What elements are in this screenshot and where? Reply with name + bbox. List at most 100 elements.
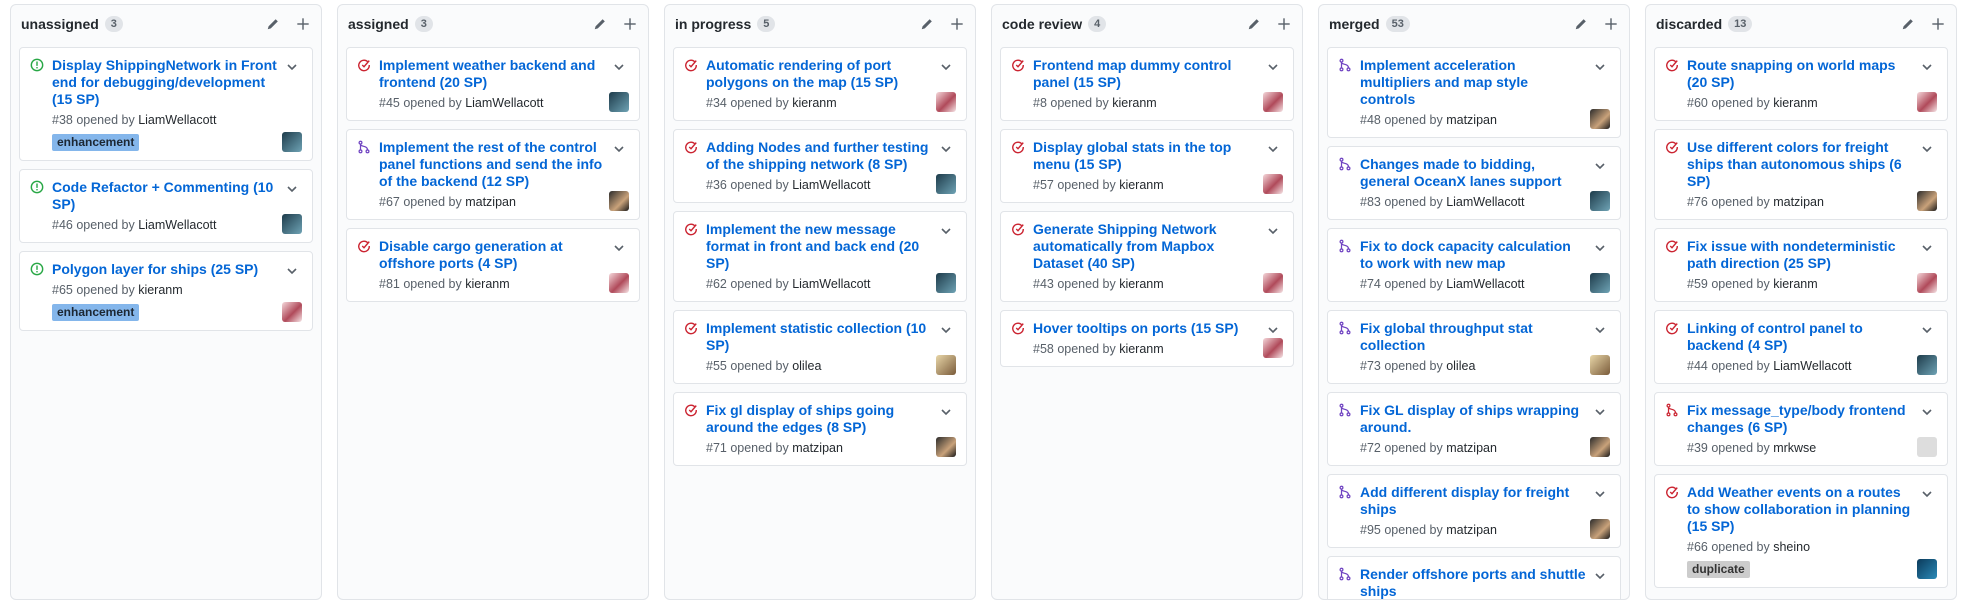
card-title-link[interactable]: Implement weather backend and frontend (…: [379, 57, 605, 91]
card-title-link[interactable]: Use different colors for freight ships t…: [1687, 139, 1913, 190]
card-author[interactable]: kieranm: [1119, 342, 1163, 356]
avatar[interactable]: [282, 132, 302, 152]
card[interactable]: Changes made to bidding, general OceanX …: [1327, 146, 1621, 220]
card-title-link[interactable]: Display ShippingNetwork in Front end for…: [52, 57, 278, 108]
avatar[interactable]: [1590, 109, 1610, 129]
card[interactable]: Fix to dock capacity calculation to work…: [1327, 228, 1621, 302]
avatar[interactable]: [1263, 273, 1283, 293]
card-author[interactable]: LiamWellacott: [465, 96, 543, 110]
avatar[interactable]: [609, 273, 629, 293]
avatar[interactable]: [1263, 92, 1283, 112]
card-title-link[interactable]: Fix GL display of ships wrapping around.: [1360, 402, 1586, 436]
avatar[interactable]: [609, 191, 629, 211]
chevron-down-icon[interactable]: [1594, 241, 1606, 253]
card[interactable]: Add Weather events on a routes to show c…: [1654, 474, 1948, 588]
card[interactable]: Render offshore ports and shuttle ships: [1327, 556, 1621, 599]
plus-icon[interactable]: [949, 16, 965, 32]
card-author[interactable]: LiamWellacott: [792, 178, 870, 192]
avatar[interactable]: [936, 92, 956, 112]
card-author[interactable]: matzipan: [1773, 195, 1824, 209]
card-author[interactable]: matzipan: [1446, 441, 1497, 455]
card-title-link[interactable]: Polygon layer for ships (25 SP): [52, 261, 278, 278]
card-author[interactable]: LiamWellacott: [1446, 195, 1524, 209]
card[interactable]: Fix issue with nondeterministic path dir…: [1654, 228, 1948, 302]
avatar[interactable]: [1917, 273, 1937, 293]
card[interactable]: Implement weather backend and frontend (…: [346, 47, 640, 121]
avatar[interactable]: [1590, 519, 1610, 539]
card-title-link[interactable]: Fix message_type/body frontend changes (…: [1687, 402, 1913, 436]
card-author[interactable]: kieranm: [1119, 277, 1163, 291]
avatar[interactable]: [282, 214, 302, 234]
card-author[interactable]: kieranm: [1773, 277, 1817, 291]
card-title-link[interactable]: Frontend map dummy control panel (15 SP): [1033, 57, 1259, 91]
card-title-link[interactable]: Render offshore ports and shuttle ships: [1360, 566, 1586, 599]
card[interactable]: Implement acceleration multipliers and m…: [1327, 47, 1621, 138]
label-badge[interactable]: duplicate: [1687, 561, 1750, 578]
card-author[interactable]: matzipan: [465, 195, 516, 209]
avatar[interactable]: [1590, 273, 1610, 293]
label-badge[interactable]: enhancement: [52, 134, 140, 151]
card-title-link[interactable]: Generate Shipping Network automatically …: [1033, 221, 1259, 272]
card-title-link[interactable]: Adding Nodes and further testing of the …: [706, 139, 932, 173]
card[interactable]: Implement the rest of the control panel …: [346, 129, 640, 220]
avatar[interactable]: [1917, 191, 1937, 211]
card[interactable]: Generate Shipping Network automatically …: [1000, 211, 1294, 302]
card-title-link[interactable]: Add Weather events on a routes to show c…: [1687, 484, 1913, 535]
card-author[interactable]: kieranm: [138, 283, 182, 297]
card-author[interactable]: LiamWellacott: [792, 277, 870, 291]
plus-icon[interactable]: [295, 16, 311, 32]
card-title-link[interactable]: Implement the new message format in fron…: [706, 221, 932, 272]
chevron-down-icon[interactable]: [940, 60, 952, 72]
card-author[interactable]: LiamWellacott: [1773, 359, 1851, 373]
card-author[interactable]: LiamWellacott: [138, 113, 216, 127]
card-author[interactable]: mrkwse: [1773, 441, 1816, 455]
chevron-down-icon[interactable]: [940, 142, 952, 154]
pencil-icon[interactable]: [1573, 16, 1589, 32]
chevron-down-icon[interactable]: [1921, 323, 1933, 335]
card-author[interactable]: LiamWellacott: [1446, 277, 1524, 291]
card-title-link[interactable]: Route snapping on world maps (20 SP): [1687, 57, 1913, 91]
card[interactable]: Automatic rendering of port polygons on …: [673, 47, 967, 121]
card-title-link[interactable]: Fix issue with nondeterministic path dir…: [1687, 238, 1913, 272]
card-title-link[interactable]: Disable cargo generation at offshore por…: [379, 238, 605, 272]
card-title-link[interactable]: Changes made to bidding, general OceanX …: [1360, 156, 1586, 190]
card-author[interactable]: matzipan: [1446, 523, 1497, 537]
avatar[interactable]: [1590, 355, 1610, 375]
card-title-link[interactable]: Fix gl display of ships going around the…: [706, 402, 932, 436]
pencil-icon[interactable]: [265, 16, 281, 32]
chevron-down-icon[interactable]: [1594, 60, 1606, 72]
card[interactable]: Implement statistic collection (10 SP) #5…: [673, 310, 967, 384]
card-author[interactable]: matzipan: [1446, 113, 1497, 127]
card[interactable]: Adding Nodes and further testing of the …: [673, 129, 967, 203]
card-author[interactable]: kieranm: [1119, 178, 1163, 192]
avatar[interactable]: [1263, 338, 1283, 358]
card[interactable]: Use different colors for freight ships t…: [1654, 129, 1948, 220]
card-author[interactable]: kieranm: [465, 277, 509, 291]
chevron-down-icon[interactable]: [613, 241, 625, 253]
chevron-down-icon[interactable]: [1267, 224, 1279, 236]
chevron-down-icon[interactable]: [1921, 405, 1933, 417]
avatar[interactable]: [1917, 92, 1937, 112]
card-title-link[interactable]: Code Refactor + Commenting (10 SP): [52, 179, 278, 213]
chevron-down-icon[interactable]: [1267, 323, 1279, 335]
card[interactable]: Display ShippingNetwork in Front end for…: [19, 47, 313, 161]
avatar[interactable]: [936, 355, 956, 375]
chevron-down-icon[interactable]: [1594, 569, 1606, 581]
card-title-link[interactable]: Implement the rest of the control panel …: [379, 139, 605, 190]
card[interactable]: Implement the new message format in fron…: [673, 211, 967, 302]
chevron-down-icon[interactable]: [1594, 323, 1606, 335]
chevron-down-icon[interactable]: [613, 142, 625, 154]
card[interactable]: Fix gl display of ships going around the…: [673, 392, 967, 466]
card[interactable]: Add different display for freight ships #…: [1327, 474, 1621, 548]
avatar[interactable]: [1917, 355, 1937, 375]
avatar[interactable]: [609, 92, 629, 112]
card-title-link[interactable]: Fix global throughput stat collection: [1360, 320, 1586, 354]
card[interactable]: Linking of control panel to backend (4 S…: [1654, 310, 1948, 384]
card-author[interactable]: LiamWellacott: [138, 218, 216, 232]
card-author[interactable]: kieranm: [1112, 96, 1156, 110]
avatar[interactable]: [936, 174, 956, 194]
plus-icon[interactable]: [622, 16, 638, 32]
card[interactable]: Frontend map dummy control panel (15 SP)…: [1000, 47, 1294, 121]
chevron-down-icon[interactable]: [613, 60, 625, 72]
chevron-down-icon[interactable]: [1921, 487, 1933, 499]
